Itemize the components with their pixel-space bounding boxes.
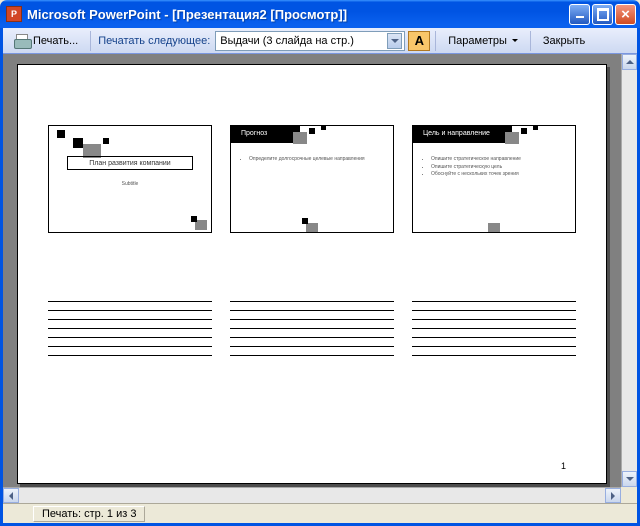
notes-lines-column bbox=[48, 301, 212, 356]
window-minimize-button[interactable] bbox=[569, 4, 590, 25]
preview-area: План развития компании Subtitle Прогноз bbox=[3, 54, 637, 487]
options-label: Параметры bbox=[448, 35, 507, 47]
scroll-left-button[interactable] bbox=[3, 488, 19, 503]
window-maximize-button[interactable] bbox=[592, 4, 613, 25]
page-number: 1 bbox=[561, 461, 566, 471]
chevron-down-icon bbox=[387, 33, 402, 49]
toolbar-separator bbox=[530, 31, 531, 51]
toolbar-separator bbox=[435, 31, 436, 51]
slide-thumbnail: План развития компании Subtitle bbox=[48, 125, 212, 233]
notes-lines-column bbox=[230, 301, 394, 356]
window-close-button[interactable] bbox=[615, 4, 636, 25]
notes-lines-area bbox=[48, 301, 576, 356]
window-titlebar: P Microsoft PowerPoint - [Презентация2 [… bbox=[0, 0, 640, 28]
scroll-up-button[interactable] bbox=[622, 54, 637, 70]
handout-page[interactable]: План развития компании Subtitle Прогноз bbox=[17, 64, 607, 484]
slide-bullet: Определите долгосрочные целевые направле… bbox=[249, 156, 385, 163]
scroll-right-button[interactable] bbox=[605, 488, 621, 503]
options-button[interactable]: Параметры bbox=[441, 32, 525, 50]
scrollbar-corner bbox=[621, 487, 637, 503]
frame-slides-toggle[interactable]: A bbox=[408, 31, 430, 51]
toolbar-separator bbox=[90, 31, 91, 51]
print-what-value: Выдачи (3 слайда на стр.) bbox=[220, 35, 354, 47]
app-icon: P bbox=[6, 6, 22, 22]
print-button-label: Печать... bbox=[33, 35, 78, 47]
window-title: Microsoft PowerPoint - [Презентация2 [Пр… bbox=[27, 7, 569, 22]
horizontal-scrollbar[interactable] bbox=[3, 487, 621, 503]
print-what-select[interactable]: Выдачи (3 слайда на стр.) bbox=[215, 31, 405, 51]
slide-bullet: Обоснуйте с нескольких точек зрения bbox=[431, 171, 567, 178]
slide-subtitle: Subtitle bbox=[57, 181, 203, 187]
scroll-down-button[interactable] bbox=[622, 471, 637, 487]
slide-thumbnail: Цель и направление Опишите стратегическо… bbox=[412, 125, 576, 233]
chevron-down-icon bbox=[512, 39, 518, 42]
printer-icon bbox=[14, 34, 30, 48]
slide-bullet: Опишите стратегическое направление bbox=[431, 156, 567, 163]
slide-title: Прогноз bbox=[241, 130, 267, 137]
close-preview-button[interactable]: Закрыть bbox=[536, 32, 592, 50]
status-bar: Печать: стр. 1 из 3 bbox=[3, 503, 637, 523]
slide-thumbnail: Прогноз Определите долгосрочные целевые … bbox=[230, 125, 394, 233]
notes-lines-column bbox=[412, 301, 576, 356]
print-preview-toolbar: Печать... Печатать следующее: Выдачи (3 … bbox=[3, 28, 637, 54]
print-button[interactable]: Печать... bbox=[7, 31, 85, 51]
slide-bullet: Опишите стратегическую цель bbox=[431, 164, 567, 171]
print-what-label: Печатать следующее: bbox=[96, 35, 212, 47]
scroll-track[interactable] bbox=[19, 488, 605, 503]
vertical-scrollbar[interactable] bbox=[621, 54, 637, 487]
window-frame: Печать... Печатать следующее: Выдачи (3 … bbox=[0, 28, 640, 526]
close-preview-label: Закрыть bbox=[543, 35, 585, 47]
scroll-track[interactable] bbox=[622, 70, 637, 471]
format-icon-letter: A bbox=[415, 33, 424, 48]
status-text: Печать: стр. 1 из 3 bbox=[33, 506, 145, 522]
slide-title: Цель и направление bbox=[423, 130, 490, 137]
